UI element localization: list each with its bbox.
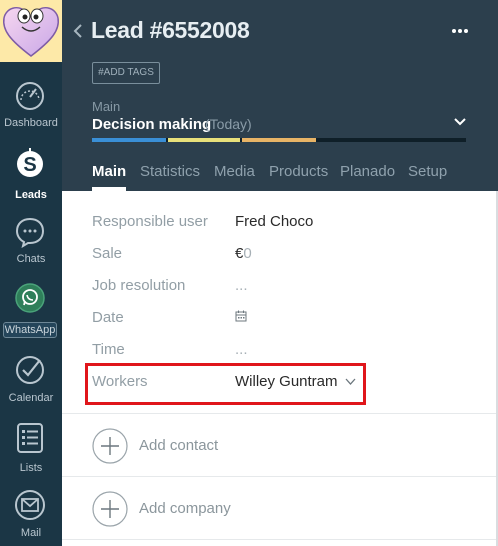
- time-input[interactable]: ...: [235, 341, 248, 358]
- progress-segment: [168, 138, 240, 142]
- field-label: Job resolution: [92, 277, 186, 294]
- add-contact-label[interactable]: Add contact: [139, 437, 218, 454]
- nav-dashboard-label: Dashboard: [4, 117, 58, 129]
- progress-segment: [242, 138, 316, 142]
- highlight-box: [85, 363, 366, 405]
- field-date: Date: [62, 301, 498, 333]
- list-icon: [17, 423, 43, 453]
- add-contact-row[interactable]: Add contact: [62, 414, 498, 476]
- calendar-check-icon: [16, 356, 44, 384]
- nav-mail-label: Mail: [20, 527, 42, 539]
- sale-input[interactable]: €0: [235, 245, 252, 262]
- mail-icon: [15, 490, 45, 520]
- more-options-icon[interactable]: [448, 22, 472, 40]
- tab-planado[interactable]: Planado: [340, 163, 395, 180]
- field-responsible-user: Responsible user Fred Choco: [62, 205, 498, 237]
- nav-leads[interactable]: S Leads: [0, 147, 62, 213]
- nav-chats-label: Chats: [16, 253, 46, 265]
- plus-circle-icon[interactable]: [92, 491, 128, 527]
- field-label: Responsible user: [92, 213, 208, 230]
- left-nav: Dashboard S Leads Chats WhatsApp Calenda…: [0, 0, 62, 546]
- nav-calendar[interactable]: Calendar: [0, 354, 62, 420]
- responsible-user-value[interactable]: Fred Choco: [235, 213, 313, 230]
- tab-media[interactable]: Media: [214, 163, 255, 180]
- nav-mail[interactable]: Mail: [0, 489, 62, 546]
- add-company-row[interactable]: Add company: [62, 477, 498, 539]
- back-chevron-icon[interactable]: [70, 20, 86, 42]
- svg-text:S: S: [23, 154, 36, 176]
- divider: [62, 539, 498, 540]
- sale-value: 0: [243, 245, 252, 262]
- field-label: Time: [92, 341, 125, 358]
- add-company-label[interactable]: Add company: [139, 500, 231, 517]
- tab-main[interactable]: Main: [92, 163, 126, 180]
- lead-header: Lead #6552008 #ADD TAGS Main Decision ma…: [62, 0, 498, 191]
- pipeline-name: Main: [92, 99, 121, 114]
- field-sale: Sale €0: [62, 237, 498, 269]
- nav-lists-label: Lists: [19, 462, 43, 474]
- field-label: Sale: [92, 245, 123, 262]
- progress-segment: [92, 138, 166, 142]
- lead-title: Lead #6552008: [91, 17, 250, 43]
- nav-whatsapp-label[interactable]: WhatsApp: [3, 322, 57, 338]
- nav-calendar-label: Calendar: [8, 392, 54, 404]
- stage-progress-bar: [92, 138, 466, 142]
- progress-segment: [318, 138, 466, 142]
- field-job-resolution: Job resolution ...: [62, 269, 498, 301]
- speedometer-icon: [16, 82, 44, 110]
- chat-bubble-icon: [15, 217, 45, 248]
- chevron-down-icon[interactable]: [452, 114, 468, 130]
- whatsapp-icon: [15, 283, 45, 313]
- account-logo[interactable]: [0, 0, 62, 62]
- lead-fields-panel: Responsible user Fred Choco Sale €0 Job …: [62, 191, 498, 546]
- tab-products[interactable]: Products: [269, 163, 328, 180]
- plus-circle-icon[interactable]: [92, 428, 128, 464]
- job-resolution-input[interactable]: ...: [235, 277, 248, 294]
- nav-leads-label: Leads: [15, 189, 47, 201]
- nav-whatsapp[interactable]: [0, 282, 62, 348]
- nav-dashboard[interactable]: Dashboard: [0, 80, 62, 146]
- nav-chats[interactable]: Chats: [0, 216, 62, 282]
- calendar-icon[interactable]: [235, 310, 247, 322]
- stage-name[interactable]: Decision making: [92, 116, 211, 133]
- stage-date: (Today): [205, 116, 252, 132]
- field-label: Date: [92, 309, 124, 326]
- nav-lists[interactable]: Lists: [0, 422, 62, 488]
- field-time: Time ...: [62, 333, 498, 365]
- tab-statistics[interactable]: Statistics: [140, 163, 200, 180]
- leads-dollar-icon: S: [17, 148, 43, 177]
- add-tags-button[interactable]: #ADD TAGS: [92, 62, 160, 84]
- tab-setup[interactable]: Setup: [408, 163, 447, 180]
